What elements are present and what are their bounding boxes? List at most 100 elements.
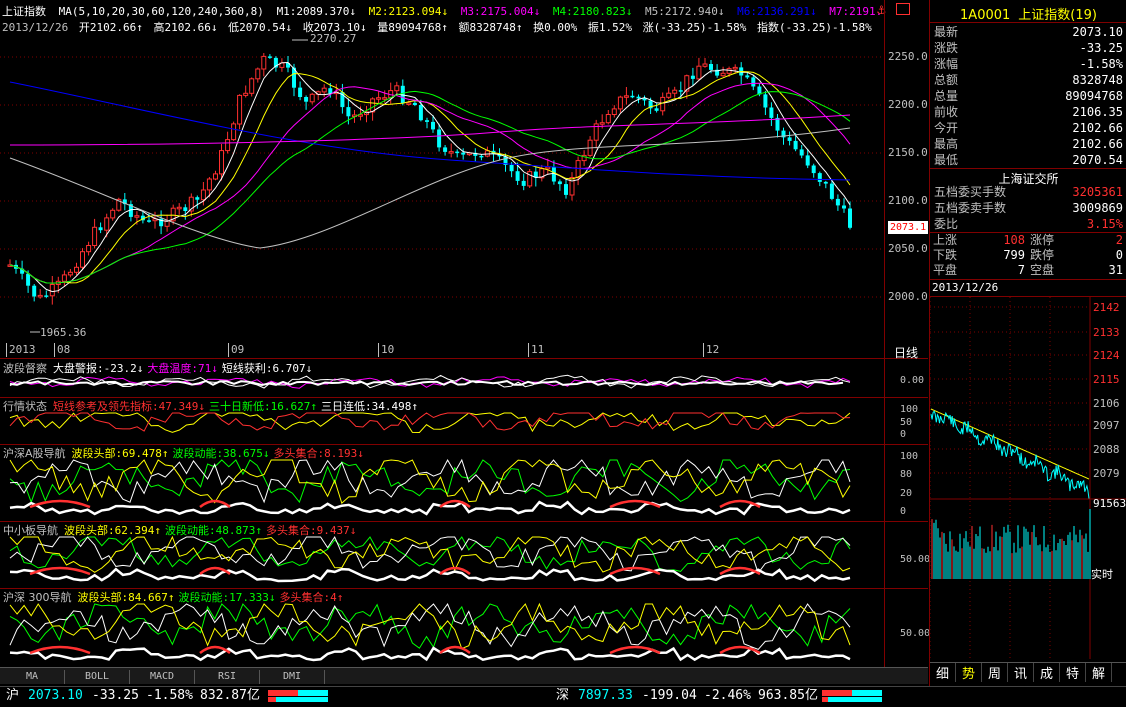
realtime-label[interactable]: 实时 <box>1091 566 1113 582</box>
candle-body <box>176 206 182 210</box>
breadth-value: 7 <box>1017 263 1025 277</box>
candle-body <box>382 97 388 100</box>
candle-body <box>799 149 804 156</box>
panel-tab[interactable]: 周 <box>982 663 1008 682</box>
indicator-panel[interactable]: 沪深 300导航 波段头部:84.667↑ 波段动能:17.333↓ 多头集合:4↑ 5… <box>0 588 930 668</box>
candle-body <box>835 198 840 206</box>
candle-body <box>225 139 231 152</box>
tab-dmi[interactable]: DMI <box>260 670 325 684</box>
tab-ma[interactable]: MA <box>0 670 65 684</box>
breadth-value: 108 <box>1003 233 1025 247</box>
candle-body <box>110 209 116 219</box>
quote-label: 涨幅 <box>934 57 959 71</box>
quote-value: 2106.35 <box>1072 105 1123 119</box>
date-tick-mark <box>54 343 55 357</box>
tab-boll[interactable]: BOLL <box>65 670 130 684</box>
quote-label: 最新 <box>934 25 959 39</box>
mini-volume-tick: 91563 <box>1093 497 1126 510</box>
candle-body <box>394 85 400 92</box>
indicator-panel[interactable]: 中小板导航 波段头部:62.394↑ 波段动能:48.873↑ 多头集合:9.437↓… <box>0 521 931 589</box>
order-row: 五档委买手数 3205361 <box>930 184 1126 200</box>
candle-body <box>309 93 315 103</box>
order-value: 3205361 <box>1072 185 1123 199</box>
candle-body <box>243 92 249 96</box>
indicator-tick: 0 <box>900 506 907 517</box>
date-tick-mark <box>6 343 7 357</box>
indicator-signal-line <box>719 499 761 509</box>
indicator-panel[interactable]: 行情状态 短线参考及领先指标:47.349↓ 三十日新低:16.627↑ 三日连低:3… <box>0 397 928 445</box>
intraday-chart[interactable]: 2142 2133 2124 2115 2106 2097 2088 2079 91563 <box>930 297 1126 661</box>
quote-row: 最高 2102.66 <box>930 136 1126 152</box>
candle-body <box>32 285 37 297</box>
date-tick: 08 <box>57 343 71 356</box>
quote-value: 2070.54 <box>1072 153 1123 167</box>
date-axis: 2013 08 09 10 11 12 <box>0 343 884 357</box>
indicator-line <box>9 535 851 575</box>
quote-panel: 1A0001 上证指数(19) 最新 2073.10 涨跌 -33.25 涨幅 -1.58%… <box>929 0 1126 686</box>
quote-row: 前收 2106.35 <box>930 104 1126 120</box>
price-tick: 2250.0 <box>888 50 928 63</box>
order-row: 委比 3.15% <box>930 216 1126 232</box>
candle-body <box>147 220 151 222</box>
quote-row: 总量 89094768 <box>930 88 1126 104</box>
indicator-chart <box>9 458 851 516</box>
mini-price-tick: 2133 <box>1093 326 1120 339</box>
indicator-chart <box>9 535 851 583</box>
mini-price-tick: 2115 <box>1093 373 1120 386</box>
panel-tab[interactable]: 细 <box>930 663 956 682</box>
axis-divider <box>884 359 885 397</box>
tab-macd[interactable]: MACD <box>130 670 195 684</box>
breadth-value: 2 <box>1115 233 1123 247</box>
candle-body <box>763 94 768 108</box>
price-axis: 2250.0 2200.0 2150.0 2100.0 2050.0 2000.0 <box>886 0 928 340</box>
candle-body <box>437 129 442 148</box>
candlestick-chart[interactable] <box>0 0 884 358</box>
candle-body <box>44 295 49 297</box>
indicator-signal-line <box>609 645 661 655</box>
panel-tab[interactable]: 解 <box>1086 663 1112 682</box>
order-book-summary: 五档委买手数 3205361 五档委卖手数 3009869 委比 3.15% <box>930 184 1126 232</box>
sz-amount: 963.85亿 <box>758 688 818 703</box>
candle-body <box>98 227 103 231</box>
quote-value: 8328748 <box>1072 73 1123 87</box>
indicator-panel[interactable]: 沪深A股导航 波段头部:69.478↑ 波段动能:38.675↓ 多头集合:8.193… <box>0 444 928 522</box>
quote-value: 2102.66 <box>1072 137 1123 151</box>
axis-divider <box>884 397 885 444</box>
panel-tab[interactable]: 特 <box>1060 663 1086 682</box>
price-tick: 2150.0 <box>888 146 928 159</box>
candle-body <box>261 55 267 70</box>
price-tick: 2050.0 <box>888 242 928 255</box>
candle-body <box>104 217 110 231</box>
sh-percent: -1.58% <box>146 688 193 703</box>
order-row: 五档委卖手数 3009869 <box>930 200 1126 216</box>
candle-body <box>321 87 327 93</box>
date-tick: 11 <box>531 343 545 356</box>
candle-body <box>443 147 448 152</box>
candle-body <box>448 151 454 154</box>
price-tick: 2200.0 <box>888 98 928 111</box>
stock-name: 上证指数(19) <box>1018 8 1097 23</box>
candle-body <box>557 181 562 185</box>
tab-rsi[interactable]: RSI <box>195 670 260 684</box>
panel-tab[interactable]: 讯 <box>1008 663 1034 682</box>
indicator-tick: 50.00 <box>900 554 931 566</box>
candle-body <box>745 75 750 78</box>
stock-code: 1A0001 <box>960 8 1011 23</box>
panel-tab[interactable]: 势 <box>956 663 982 682</box>
candle-body <box>605 114 611 124</box>
indicator-panel[interactable]: 波段督察 大盘警报:-23.2↓ 大盘温度:71↓ 短线获利:6.707↓ 0.00 <box>0 359 928 398</box>
indicator-tick: 20 <box>900 487 913 499</box>
candle-body <box>37 294 43 298</box>
candle-body <box>545 166 551 170</box>
candle-body <box>690 75 695 79</box>
candle-body <box>787 137 792 141</box>
panel-tab[interactable]: 成 <box>1034 663 1060 682</box>
breadth-row: 上涨 108 涨停 2 <box>930 233 1126 248</box>
candle-body <box>611 108 617 116</box>
candle-body <box>219 150 224 175</box>
candle-body <box>418 105 423 121</box>
main-chart-panel[interactable]: 上证指数 MA(5,10,20,30,60,120,240,360,8) M1:… <box>0 0 929 360</box>
quote-label: 最高 <box>934 137 959 151</box>
date-tick: 12 <box>706 343 720 356</box>
breadth-label: 平盘 <box>933 263 958 277</box>
